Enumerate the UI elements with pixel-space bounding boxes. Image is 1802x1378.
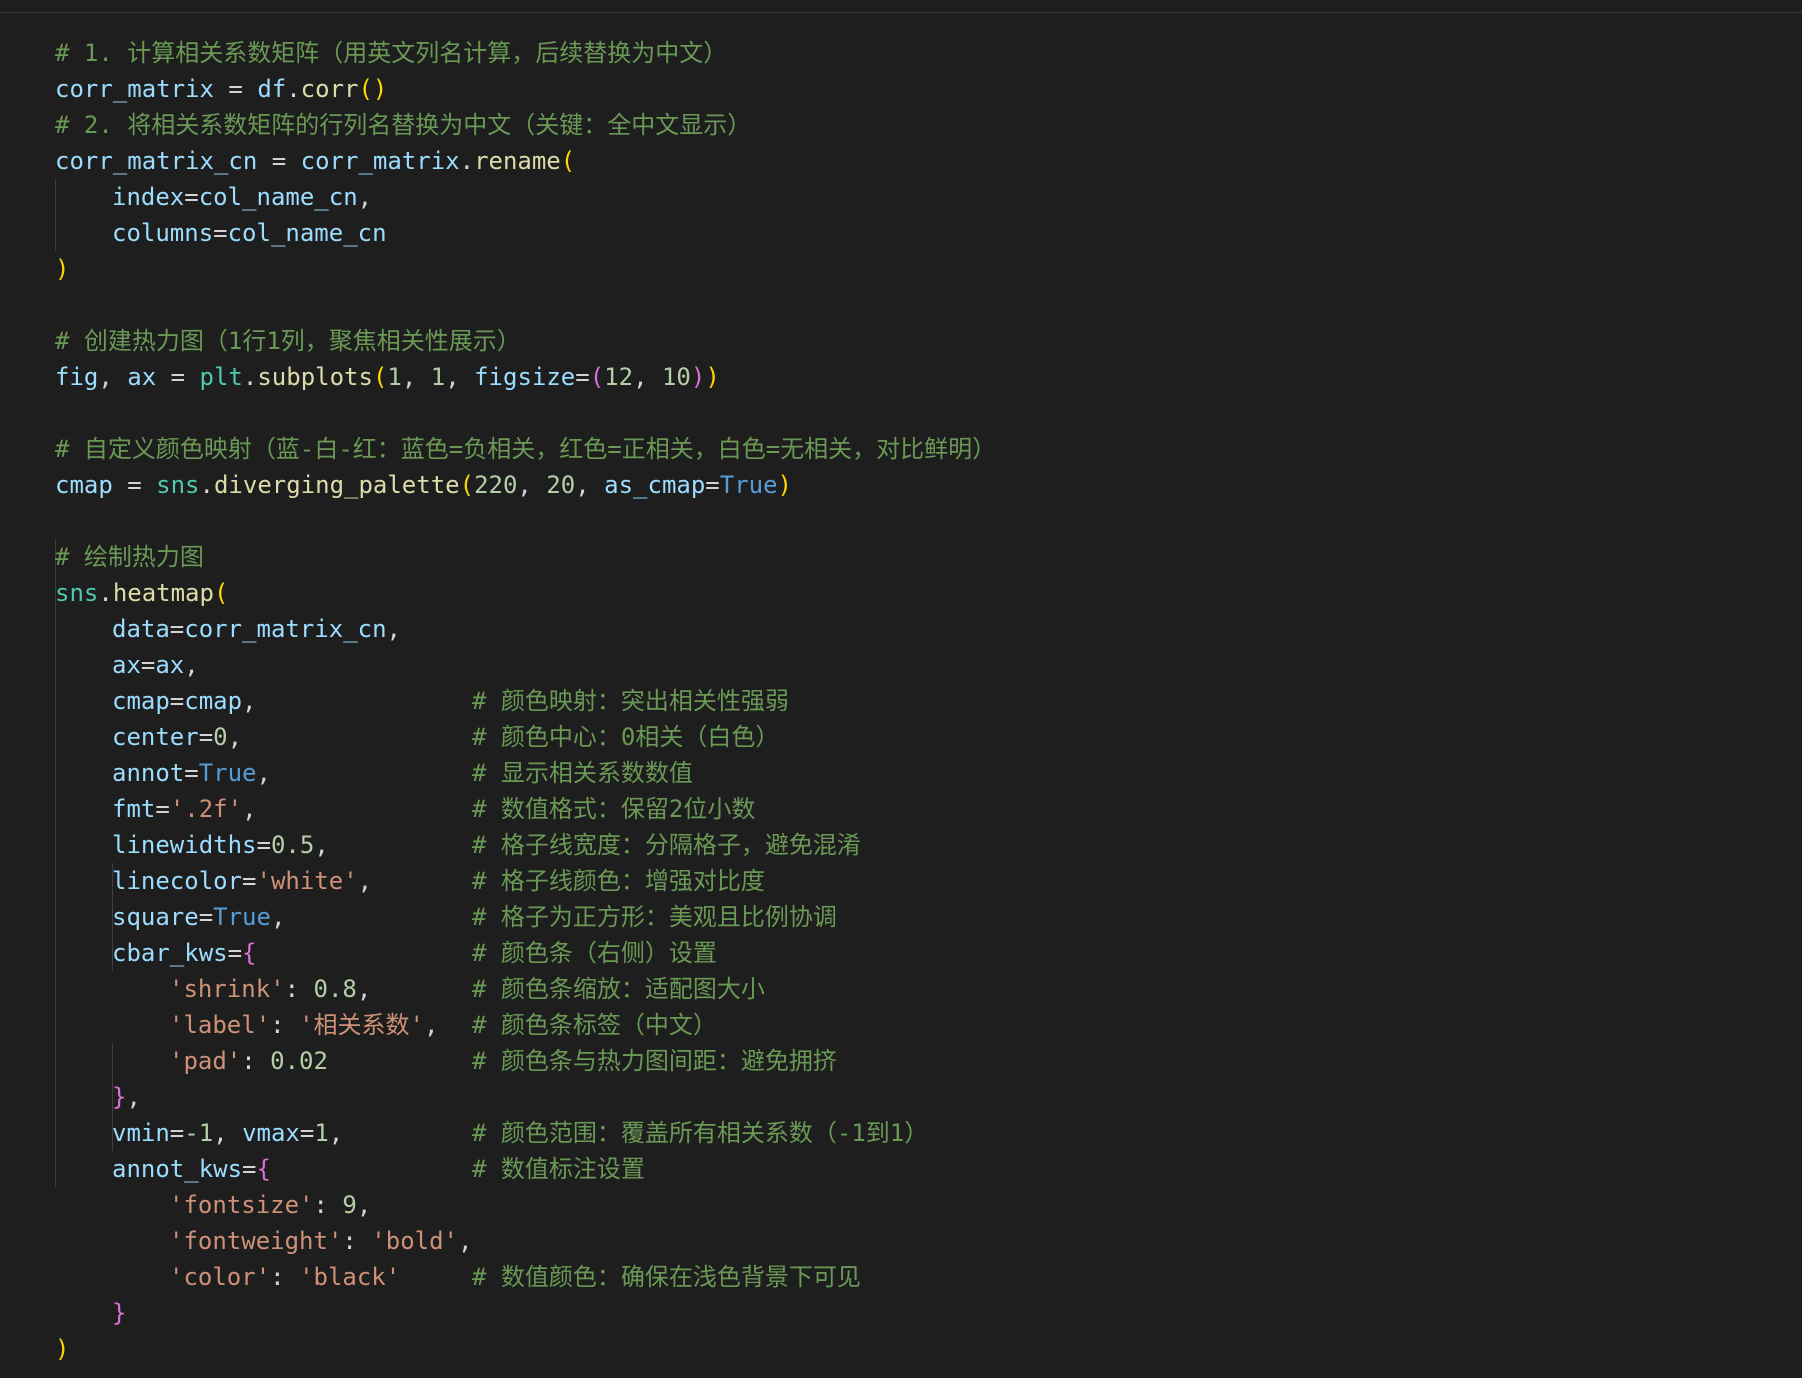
inline-comment: # 格子为正方形：美观且比例协调 — [472, 903, 837, 931]
code-line: # 2. 将相关系数矩阵的行列名替换为中文（关键：全中文显示） — [55, 107, 996, 143]
code-line: cbar_kws={# 颜色条（右侧）设置 — [55, 935, 996, 971]
code-line: # 1. 计算相关系数矩阵（用英文列名计算，后续替换为中文） — [55, 35, 996, 71]
inline-comment: # 颜色条缩放：适配图大小 — [472, 975, 765, 1003]
code-comment: # 创建热力图（1行1列，聚焦相关性展示） — [55, 327, 521, 355]
code-comment: # 2. 将相关系数矩阵的行列名替换为中文（关键：全中文显示） — [55, 111, 752, 139]
code-editor[interactable]: # 1. 计算相关系数矩阵（用英文列名计算，后续替换为中文） corr_matr… — [0, 0, 1802, 1378]
inline-comment: # 显示相关系数数值 — [472, 759, 693, 787]
code-line: cmap=cmap, # 颜色映射：突出相关性强弱 — [55, 683, 996, 719]
code-line: 'fontweight': 'bold', — [169, 1227, 473, 1255]
code-line: # 绘制热力图 — [55, 539, 996, 575]
inline-comment: # 数值颜色：确保在浅色背景下可见 — [472, 1263, 861, 1291]
code-line: annot_kws={# 数值标注设置 — [55, 1151, 996, 1187]
code-line: 'fontsize': 9, — [169, 1191, 372, 1219]
code-block[interactable]: # 1. 计算相关系数矩阵（用英文列名计算，后续替换为中文） corr_matr… — [55, 35, 996, 1367]
code-line: fmt='.2f', # 数值格式：保留2位小数 — [55, 791, 996, 827]
inline-comment: # 数值标注设置 — [472, 1155, 645, 1183]
inline-comment: # 颜色条与热力图间距：避免拥挤 — [472, 1047, 837, 1075]
code-line: }, — [112, 1083, 141, 1111]
code-line: sns.heatmap( — [55, 579, 229, 607]
inline-comment: # 格子线颜色：增强对比度 — [472, 867, 765, 895]
code-line: center=0, # 颜色中心：0相关（白色） — [55, 719, 996, 755]
inline-comment: # 颜色条标签（中文） — [472, 1011, 717, 1039]
code-line: index=col_name_cn, — [112, 183, 373, 211]
code-line: ) — [55, 1335, 70, 1363]
inline-comment: # 颜色范围：覆盖所有相关系数（-1到1） — [472, 1119, 929, 1147]
code-line: vmin=-1, vmax=1, # 颜色范围：覆盖所有相关系数（-1到1） — [55, 1115, 996, 1151]
code-line: 'shrink': 0.8, # 颜色条缩放：适配图大小 — [55, 971, 996, 1007]
code-line: # 自定义颜色映射（蓝-白-红：蓝色=负相关，红色=正相关，白色=无相关，对比鲜… — [55, 431, 996, 467]
code-line: # 创建热力图（1行1列，聚焦相关性展示） — [55, 323, 996, 359]
code-comment: # 自定义颜色映射（蓝-白-红：蓝色=负相关，红色=正相关，白色=无相关，对比鲜… — [55, 435, 997, 463]
code-comment: # 绘制热力图 — [55, 543, 204, 571]
inline-comment: # 数值格式：保留2位小数 — [472, 795, 756, 823]
inline-comment: # 颜色条（右侧）设置 — [472, 939, 717, 967]
code-line: linewidths=0.5, # 格子线宽度：分隔格子，避免混淆 — [55, 827, 996, 863]
code-line: 'color': 'black' # 数值颜色：确保在浅色背景下可见 — [55, 1259, 996, 1295]
code-line: corr_matrix_cn = corr_matrix.rename( — [55, 147, 576, 175]
code-line: square=True, # 格子为正方形：美观且比例协调 — [55, 899, 996, 935]
code-line: annot=True, # 显示相关系数数值 — [55, 755, 996, 791]
code-line: cmap = sns.diverging_palette(220, 20, as… — [55, 471, 792, 499]
code-line: linecolor='white', # 格子线颜色：增强对比度 — [55, 863, 996, 899]
inline-comment: # 颜色中心：0相关（白色） — [472, 723, 780, 751]
code-line: ax=ax, — [112, 651, 199, 679]
editor-top-border — [0, 0, 1802, 13]
code-line: 'pad': 0.02 # 颜色条与热力图间距：避免拥挤 — [55, 1043, 996, 1079]
code-line: corr_matrix = df.corr() — [55, 75, 388, 103]
code-line: ) — [55, 255, 70, 283]
code-line: columns=col_name_cn — [112, 219, 387, 247]
code-line: fig, ax = plt.subplots(1, 1, figsize=(12… — [55, 363, 720, 391]
inline-comment: # 颜色映射：突出相关性强弱 — [472, 687, 789, 715]
inline-comment: # 格子线宽度：分隔格子，避免混淆 — [472, 831, 861, 859]
code-line: } — [112, 1299, 127, 1327]
code-line: data=corr_matrix_cn, — [112, 615, 401, 643]
code-line: 'label': '相关系数', # 颜色条标签（中文） — [55, 1007, 996, 1043]
code-comment: # 1. 计算相关系数矩阵（用英文列名计算，后续替换为中文） — [55, 39, 728, 67]
